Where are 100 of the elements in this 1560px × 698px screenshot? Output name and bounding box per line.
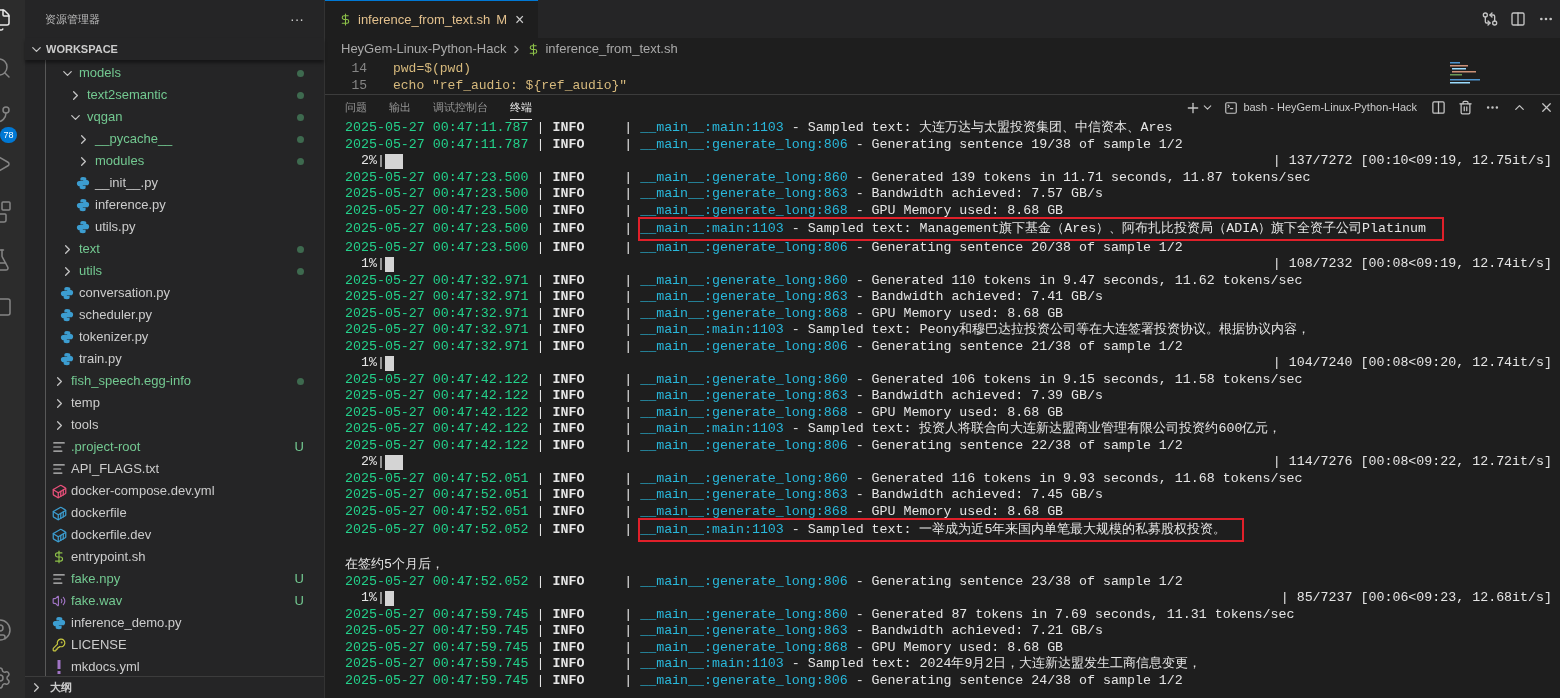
log-timestamp: 2025-05-27 00:47:42.122 [345,387,529,406]
breadcrumb-item[interactable]: inference_from_text.sh [527,39,678,59]
split-icon[interactable] [1431,100,1446,115]
progress-percent: 2%| [359,152,385,171]
folder-row[interactable]: vqgan [46,106,324,128]
file-row[interactable]: .project-root U [46,436,324,458]
section-header[interactable]: WORKSPACE [25,38,324,60]
log-level: INFO [552,220,586,239]
file-row[interactable]: fake.npy U [46,568,324,590]
log-timestamp: 2025-05-27 00:47:59.745 [345,605,529,624]
folder-row[interactable]: text [46,238,324,260]
file-name: .project-root [71,438,141,457]
progress-percent: 2%| [359,453,385,472]
folder-row[interactable]: temp [46,392,324,414]
file-row[interactable]: tokenizer.py [46,326,324,348]
python-icon [76,176,90,190]
log-separator: | [624,655,633,674]
log-separator: | [536,638,545,657]
log-level: INFO [552,168,586,187]
close-icon[interactable] [1539,100,1554,115]
code-line: pwd=$(pwd) [393,60,471,78]
log-level: INFO [552,622,586,641]
log-timestamp: 2025-05-27 00:47:32.971 [345,337,529,356]
log-level: INFO [552,469,586,488]
folder-row[interactable]: __pycache__ [46,128,324,150]
log-message: Sampled text: 一举成为近5年来国内单笔最大规模的私募股权投资。 [807,521,1227,540]
file-row[interactable]: docker-compose.dev.yml [46,480,324,502]
file-row[interactable]: LICENSE [46,634,324,656]
folder-row[interactable]: fish_speech.egg-info [46,370,324,392]
panel-tab[interactable]: 输出 [389,95,411,120]
minimap-drawing [1450,62,1482,84]
file-row[interactable]: inference_demo.py [46,612,324,634]
key-icon [52,638,66,652]
file-row[interactable]: scheduler.py [46,304,324,326]
log-timestamp: 2025-05-27 00:47:23.500 [345,238,529,257]
progress-percent: 1%| [359,354,385,373]
log-separator: | [536,370,545,389]
progress-percent: 1%| [359,255,385,274]
compare-icon[interactable] [1482,11,1498,27]
folder-row[interactable]: utils [46,260,324,282]
file-row[interactable]: utils.py [46,216,324,238]
file-row[interactable]: API_FLAGS.txt [46,458,324,480]
container-icon [51,527,67,543]
section-header[interactable]: 大纲 [25,676,324,698]
folder-row[interactable]: text2semantic [46,84,324,106]
code-line: echo "ref_audio: ${ref_audio}" [393,76,628,94]
file-name: mkdocs.yml [71,658,140,676]
folder-row[interactable]: tools [46,414,324,436]
more-button[interactable]: ··· [290,8,304,30]
speaker-icon [52,594,66,608]
breadcrumb-item[interactable]: HeyGem-Linux-Python-Hack [341,39,507,59]
folder-row[interactable]: models [46,62,324,84]
terminal-name[interactable]: bash - HeyGem-Linux-Python-Hack [1243,99,1417,116]
panel-tab[interactable]: 终端 [510,95,532,120]
log-separator: | [536,420,545,439]
file-name: scheduler.py [79,306,152,325]
log-message: GPU Memory used: 8.68 GB [871,304,1064,322]
file-name: dockerfile.dev [71,526,152,545]
log-level: INFO [552,420,586,439]
file-row[interactable]: inference.py [46,194,324,216]
log-timestamp: 2025-05-27 00:47:42.122 [345,436,529,455]
progress-stats: | 108/7232 [00:08<09:19, 12.74it/s] [1272,255,1552,274]
log-message: Bandwidth achieved: 7.39 GB/s [871,387,1103,406]
file-row[interactable]: train.py [46,348,324,370]
file-row[interactable]: fake.wav U [46,590,324,612]
log-separator: | [536,168,545,187]
log-timestamp: 2025-05-27 00:47:59.745 [345,655,529,674]
file-row[interactable]: __init__.py [46,172,324,194]
file-row[interactable]: dockerfile [46,502,324,524]
log-separator: - [855,288,864,307]
log-separator: | [624,304,633,323]
panel-tab[interactable]: 调试控制台 [433,95,488,120]
log-separator: | [624,622,633,641]
panel-tab[interactable]: 问题 [345,95,367,120]
trash-icon[interactable] [1458,100,1473,115]
log-source: __main__:generate_long:863 [640,288,848,307]
file-name: utils [79,262,103,281]
line-number: 14 [350,60,367,78]
exclamation-icon [56,660,62,674]
file-name: inference_demo.py [71,614,182,633]
log-separator: | [536,120,545,138]
editor-tab[interactable]: inference_from_text.sh M × [325,0,539,38]
file-row[interactable]: mkdocs.yml [46,656,324,676]
file-row[interactable]: conversation.py [46,282,324,304]
log-message: Sampled text: 投资人将联合向大连新达盟商业管理有限公司投资约600亿元， [807,420,1282,439]
log-separator: | [536,220,545,239]
python-icon [60,308,74,322]
file-name: fake.wav [71,592,123,611]
log-level: INFO [552,370,586,389]
log-separator: | [624,469,633,488]
log-level: INFO [552,436,586,455]
progress-percent: 1%| [359,589,385,608]
log-message: GPU Memory used: 8.68 GB [871,502,1064,521]
folder-row[interactable]: modules [46,150,324,172]
log-message: Generated 116 tokens in 9.93 seconds, 11.68 tokens/sec [871,469,1303,488]
file-row[interactable]: dockerfile.dev [46,524,324,546]
file-row[interactable]: entrypoint.sh [46,546,324,568]
file-name: text2semantic [87,86,168,105]
file-name: utils.py [95,218,136,237]
split-icon[interactable] [1510,11,1526,27]
